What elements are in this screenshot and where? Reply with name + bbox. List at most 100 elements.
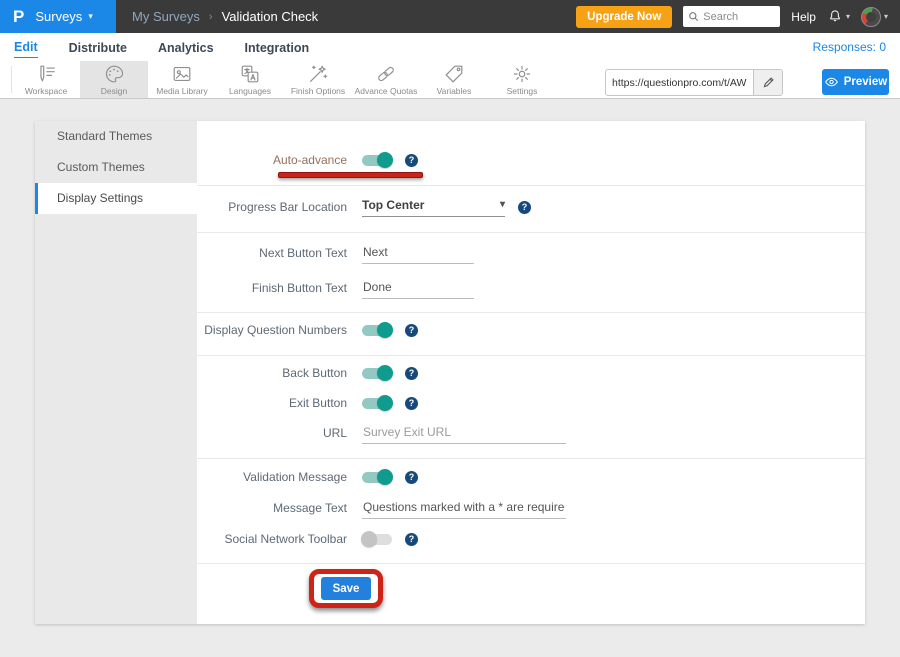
survey-link-input[interactable] xyxy=(606,70,753,95)
breadcrumb-parent[interactable]: My Surveys xyxy=(132,9,200,24)
tab-integration[interactable]: Integration xyxy=(245,37,310,58)
preview-button-label: Preview xyxy=(844,76,887,88)
toolbar-item-variables[interactable]: Variables xyxy=(420,61,488,98)
next-button-text-row: Next Button Text xyxy=(197,241,865,265)
exit-button-toggle[interactable] xyxy=(362,398,392,409)
social-network-toolbar-toggle[interactable] xyxy=(362,534,392,545)
sidebar-item-display-settings[interactable]: Display Settings xyxy=(35,183,197,214)
validation-message-row: Validation Message xyxy=(197,465,865,489)
questionpro-logo: P xyxy=(13,8,24,25)
design-palette-icon xyxy=(103,63,125,85)
tab-edit[interactable]: Edit xyxy=(14,36,38,58)
brand-area[interactable]: P Surveys ▾ xyxy=(0,0,116,33)
finish-button-text-row: Finish Button Text xyxy=(197,276,865,300)
global-search[interactable] xyxy=(683,6,780,27)
header-right-cluster: Upgrade Now Help ▾ ▾ xyxy=(576,6,900,28)
divider xyxy=(197,312,865,313)
notifications-menu[interactable]: ▾ xyxy=(827,8,850,25)
bell-icon xyxy=(827,8,843,25)
chevron-down-icon: ▾ xyxy=(846,12,850,21)
workspace-icon xyxy=(35,63,57,85)
tab-distribute[interactable]: Distribute xyxy=(69,37,127,58)
upgrade-now-button[interactable]: Upgrade Now xyxy=(576,6,672,28)
themes-sidebar: Standard Themes Custom Themes Display Se… xyxy=(35,121,197,624)
social-network-toolbar-row: Social Network Toolbar xyxy=(197,527,865,551)
exit-url-label: URL xyxy=(197,426,347,440)
display-question-numbers-label: Display Question Numbers xyxy=(197,323,347,337)
toolbar-item-languages[interactable]: Languages xyxy=(216,61,284,98)
social-network-toolbar-label: Social Network Toolbar xyxy=(197,532,347,546)
toolbar-item-label: Workspace xyxy=(25,86,67,96)
validation-message-toggle[interactable] xyxy=(362,472,392,483)
toolbar-item-label: Advance Quotas xyxy=(355,86,418,96)
message-text-input[interactable] xyxy=(362,498,566,519)
save-button[interactable]: Save xyxy=(321,577,371,600)
settings-gear-icon xyxy=(511,63,533,85)
responses-count[interactable]: Responses: 0 xyxy=(813,40,886,54)
toolbar-item-label: Variables xyxy=(437,86,472,96)
display-question-numbers-toggle[interactable] xyxy=(362,325,392,336)
exit-button-label: Exit Button xyxy=(197,396,347,410)
toolbar-item-label: Finish Options xyxy=(291,86,345,96)
help-link[interactable]: Help xyxy=(791,10,816,24)
toolbar-item-finish-options[interactable]: Finish Options xyxy=(284,61,352,98)
progress-bar-location-value: Top Center xyxy=(362,198,424,212)
search-icon xyxy=(688,11,699,22)
eye-icon xyxy=(824,76,839,88)
sidebar-item-standard-themes[interactable]: Standard Themes xyxy=(35,121,197,152)
exit-button-row: Exit Button xyxy=(197,391,865,415)
auto-advance-toggle[interactable] xyxy=(362,155,392,166)
display-settings-card: Standard Themes Custom Themes Display Se… xyxy=(35,121,865,624)
toolbar-item-label: Design xyxy=(101,86,127,96)
account-menu[interactable]: ▾ xyxy=(861,7,888,27)
divider xyxy=(197,563,865,564)
toolbar-item-design[interactable]: Design xyxy=(80,61,148,98)
toolbar-item-settings[interactable]: Settings xyxy=(488,61,556,98)
help-icon[interactable] xyxy=(518,201,531,214)
back-button-row: Back Button xyxy=(197,361,865,385)
variables-tag-icon xyxy=(443,63,465,85)
toolbar-item-label: Settings xyxy=(507,86,538,96)
exit-url-input[interactable] xyxy=(362,423,566,444)
help-icon[interactable] xyxy=(405,324,418,337)
help-icon[interactable] xyxy=(405,471,418,484)
content-area: Standard Themes Custom Themes Display Se… xyxy=(0,100,900,657)
tab-analytics[interactable]: Analytics xyxy=(158,37,214,58)
toolbar-item-media-library[interactable]: Media Library xyxy=(148,61,216,98)
toolbar-item-advance-quotas[interactable]: Advance Quotas xyxy=(352,61,420,98)
help-icon[interactable] xyxy=(405,397,418,410)
survey-link-field xyxy=(605,69,783,96)
divider xyxy=(197,232,865,233)
avatar xyxy=(861,7,881,27)
next-button-text-label: Next Button Text xyxy=(197,246,347,260)
auto-advance-row: Auto-advance xyxy=(197,148,865,172)
pencil-icon xyxy=(762,76,775,89)
search-input[interactable] xyxy=(703,11,775,23)
product-menu[interactable]: Surveys ▾ xyxy=(35,9,93,24)
help-icon[interactable] xyxy=(405,533,418,546)
back-button-label: Back Button xyxy=(197,366,347,380)
next-button-text-input[interactable] xyxy=(362,243,474,264)
advance-quotas-chain-icon xyxy=(375,63,397,85)
chevron-down-icon: ▾ xyxy=(884,12,888,21)
sidebar-item-custom-themes[interactable]: Custom Themes xyxy=(35,152,197,183)
finish-button-text-label: Finish Button Text xyxy=(197,281,347,295)
divider xyxy=(197,458,865,459)
finish-button-text-input[interactable] xyxy=(362,278,474,299)
help-icon[interactable] xyxy=(405,367,418,380)
progress-bar-location-select[interactable]: Top Center ▾ xyxy=(362,198,505,217)
progress-bar-location-label: Progress Bar Location xyxy=(197,200,347,214)
red-underline-annotation xyxy=(278,172,423,178)
edit-link-button[interactable] xyxy=(753,70,782,95)
breadcrumb-current: Validation Check xyxy=(222,9,319,24)
red-box-annotation: Save xyxy=(309,569,383,608)
preview-button[interactable]: Preview xyxy=(822,69,889,95)
toolbar-item-workspace[interactable]: Workspace xyxy=(12,61,80,98)
message-text-label: Message Text xyxy=(197,501,347,515)
back-button-toggle[interactable] xyxy=(362,368,392,379)
breadcrumb: My Surveys › Validation Check xyxy=(132,9,318,24)
help-icon[interactable] xyxy=(405,154,418,167)
chevron-down-icon: ▾ xyxy=(500,199,505,210)
breadcrumb-separator-icon: › xyxy=(209,11,213,23)
display-settings-form: Auto-advance Progress Bar Location Top C… xyxy=(197,121,865,624)
